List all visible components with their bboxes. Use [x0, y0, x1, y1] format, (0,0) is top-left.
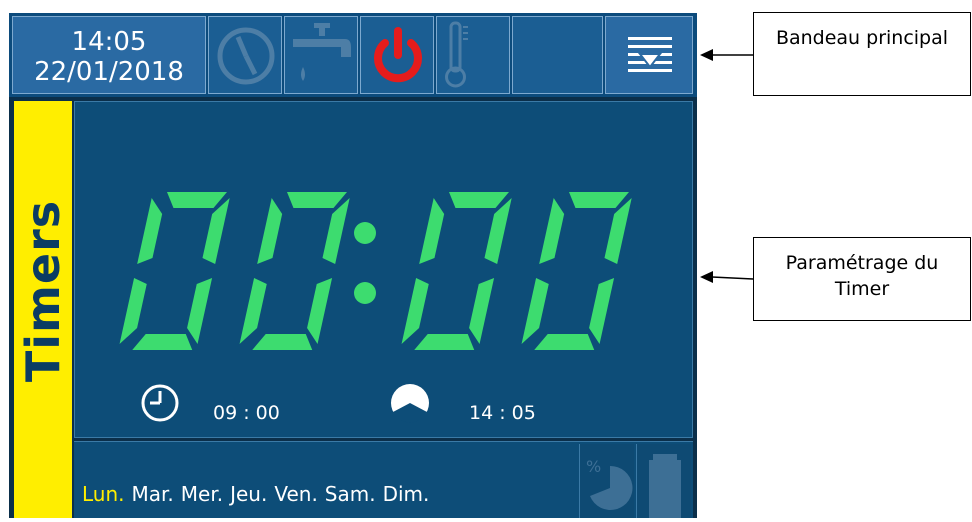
callout-line-timer [711, 276, 754, 280]
arrowhead-timer [700, 271, 713, 283]
callout-arrows [700, 49, 754, 283]
arrowhead-header [700, 49, 713, 61]
